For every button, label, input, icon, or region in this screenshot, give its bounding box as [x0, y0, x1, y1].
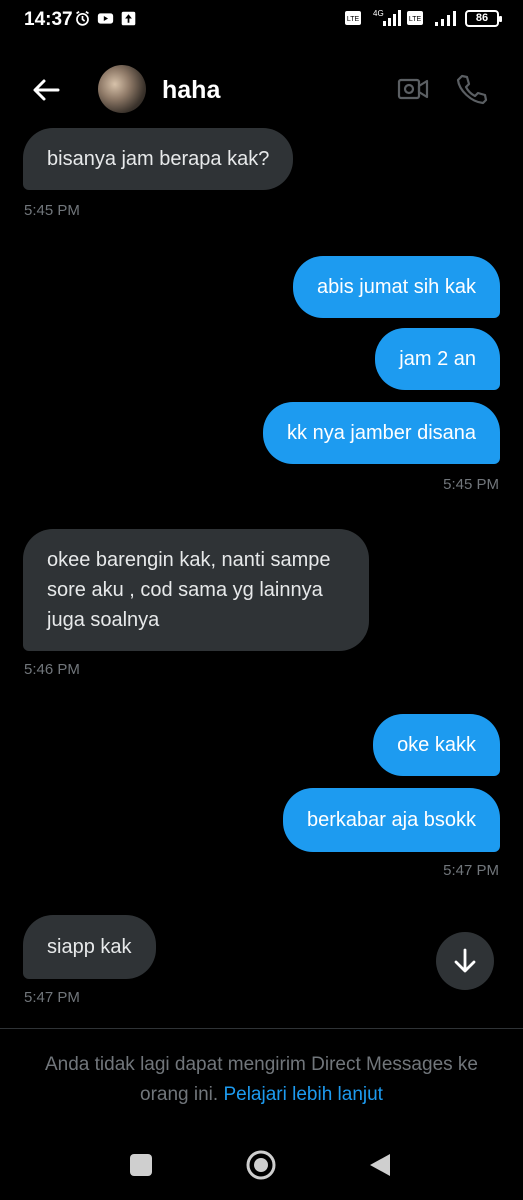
message-bubble-outgoing[interactable]: abis jumat sih kak — [293, 256, 500, 318]
avatar[interactable] — [98, 65, 146, 113]
status-time: 14:37 — [24, 9, 73, 30]
status-left-icons — [74, 10, 137, 27]
message-timestamp: 5:46 PM — [24, 661, 80, 678]
svg-text:LTE: LTE — [409, 16, 422, 23]
message-timestamp: 5:45 PM — [24, 202, 80, 219]
arrow-down-icon — [454, 948, 476, 973]
message-bubble-outgoing[interactable]: jam 2 an — [375, 328, 500, 390]
back-triangle-icon[interactable] — [368, 1152, 392, 1178]
svg-text:LTE: LTE — [347, 16, 360, 23]
message-timestamp: 5:45 PM — [443, 476, 499, 493]
arrow-left-icon[interactable] — [30, 74, 62, 106]
recents-button[interactable] — [130, 1154, 152, 1176]
volte-icon: LTE — [345, 11, 361, 25]
message-timestamp: 5:47 PM — [443, 862, 499, 879]
status-right-icons: LTE 4G LTE 86 — [345, 9, 502, 27]
scroll-to-bottom-button[interactable] — [436, 932, 494, 990]
divider — [0, 1028, 523, 1029]
dm-screen: 14:37 LTE 4G LTE 86 haha bisanya jam ber… — [0, 0, 523, 1200]
message-bubble-outgoing[interactable]: kk nya jamber disana — [263, 402, 500, 464]
message-timestamp: 5:47 PM — [24, 989, 80, 1006]
signal-4g-icon: 4G — [373, 9, 401, 26]
system-navigation-bar — [0, 1140, 523, 1190]
contact-name[interactable]: haha — [162, 76, 220, 105]
battery-indicator: 86 — [465, 9, 502, 27]
video-camera-icon[interactable] — [396, 72, 430, 106]
alarm-icon — [76, 10, 89, 26]
dm-disabled-notice: Anda tidak lagi dapat mengirim Direct Me… — [20, 1050, 503, 1110]
message-bubble-incoming[interactable]: siapp kak — [23, 915, 156, 979]
signal-icon — [435, 11, 456, 26]
phone-icon[interactable] — [454, 72, 488, 106]
upload-icon — [121, 11, 136, 26]
learn-more-link[interactable]: Pelajari lebih lanjut — [223, 1084, 383, 1105]
message-bubble-incoming[interactable]: bisanya jam berapa kak? — [23, 128, 294, 190]
message-bubble-incoming[interactable]: okee barengin kak, nanti sampe sore aku … — [23, 529, 369, 651]
message-bubble-outgoing[interactable]: berkabar aja bsokk — [283, 788, 500, 852]
youtube-icon — [97, 13, 114, 24]
svg-text:4G: 4G — [373, 9, 384, 18]
volte-icon-2: LTE — [407, 11, 423, 25]
conversation-header: haha — [0, 52, 523, 126]
message-bubble-outgoing[interactable]: oke kakk — [373, 714, 500, 776]
status-bar: 14:37 LTE 4G LTE 86 — [0, 0, 523, 38]
home-button[interactable] — [245, 1149, 277, 1181]
